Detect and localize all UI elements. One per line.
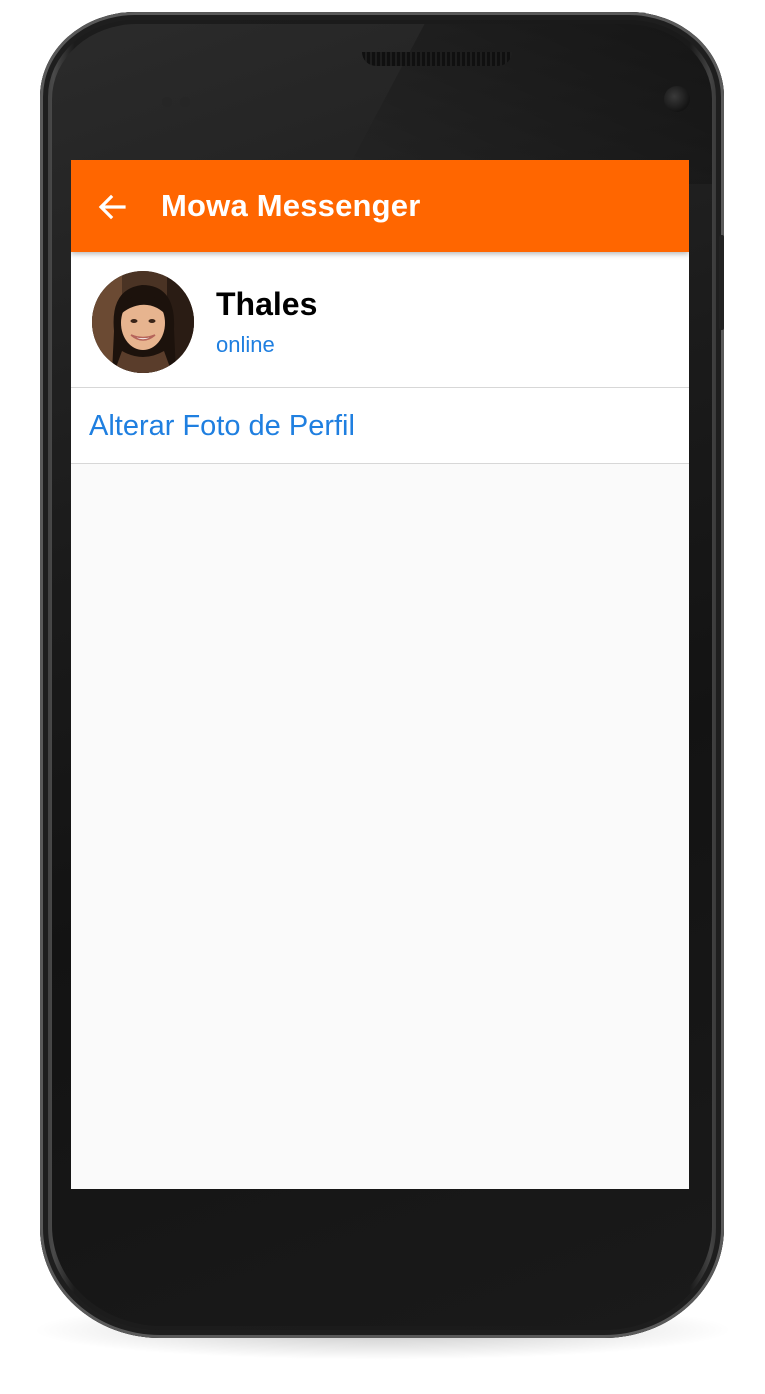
- earpiece-speaker: [362, 52, 512, 66]
- proximity-sensors: [162, 94, 208, 107]
- back-button[interactable]: [85, 180, 139, 234]
- change-profile-photo-label: Alterar Foto de Perfil: [89, 410, 355, 442]
- user-status: online: [216, 332, 275, 357]
- user-name: Thales: [216, 286, 318, 322]
- change-profile-photo-button[interactable]: Alterar Foto de Perfil: [71, 388, 689, 464]
- app-title: Mowa Messenger: [161, 188, 421, 223]
- app-bar: Mowa Messenger: [71, 160, 689, 252]
- front-camera: [664, 86, 690, 112]
- arrow-left-icon: [98, 194, 126, 220]
- app-screen: Mowa Messenger Thales online Alterar Fot…: [71, 160, 689, 1189]
- profile-header: Thales online: [71, 252, 689, 388]
- avatar[interactable]: [92, 271, 194, 373]
- device-mockup: Mowa Messenger Thales online Alterar Fot…: [0, 0, 765, 1394]
- power-button: [719, 235, 724, 330]
- avatar-photo: [92, 271, 194, 373]
